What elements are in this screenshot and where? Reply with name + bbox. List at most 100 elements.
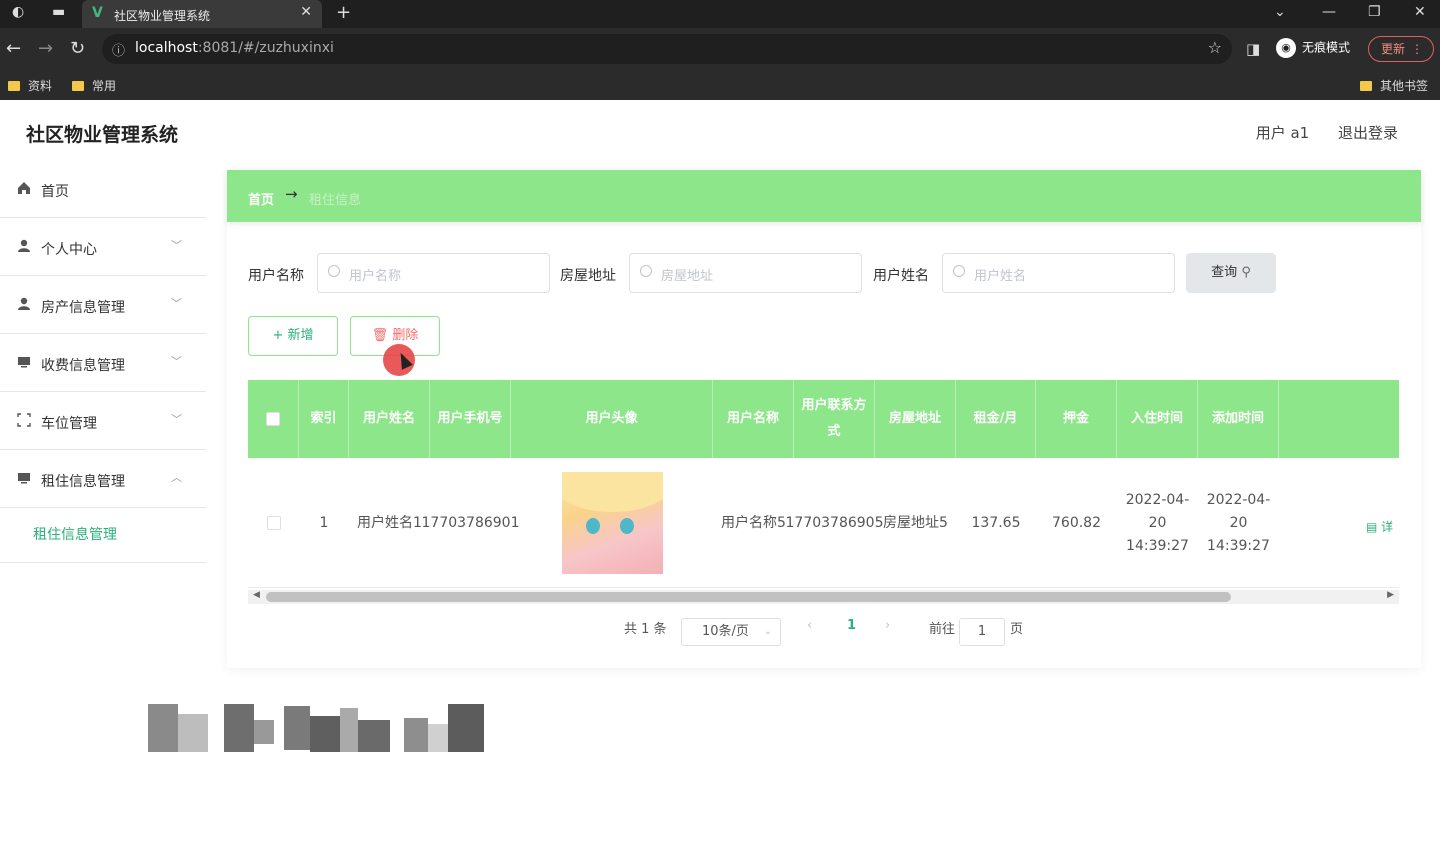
other-bookmarks[interactable]: 其他书签	[1360, 77, 1428, 94]
search-icon: ⚲	[1241, 265, 1251, 280]
col-checkin[interactable]: 入住时间	[1117, 380, 1198, 458]
breadcrumb: 首页 → 租住信息	[227, 170, 1421, 222]
cell-phone: 17703786901	[421, 514, 520, 531]
scroll-thumb[interactable]	[266, 592, 1231, 602]
row-checkbox[interactable]	[248, 458, 299, 588]
table-header: 索引 用户姓名 用户手机号 用户头像 用户名称 用户联系方式 房屋地址 租金/月…	[248, 380, 1399, 458]
col-index[interactable]: 索引	[299, 380, 349, 458]
filter-label-username: 用户名称	[248, 268, 304, 284]
chevron-down-icon: ﹀	[171, 239, 182, 252]
home-icon	[18, 182, 30, 194]
sidebar-item-profile[interactable]: 个人中心 ﹀	[0, 218, 206, 276]
new-tab-icon[interactable]: +	[336, 2, 351, 23]
col-contact[interactable]: 用户联系方式	[794, 380, 875, 458]
info-icon[interactable]: ⓘ	[112, 40, 125, 59]
user-icon	[18, 297, 30, 310]
sidebar-subitem-rental-info[interactable]: 租住信息管理	[0, 508, 206, 563]
detail-link[interactable]: ▤ 详	[1366, 518, 1393, 535]
cell-address: 房屋地址5	[883, 514, 948, 531]
add-button[interactable]: + 新增	[248, 316, 338, 356]
col-rent[interactable]: 租金/月	[956, 380, 1036, 458]
select-all-checkbox[interactable]	[248, 380, 299, 458]
cell-index: 1	[319, 514, 329, 531]
browser-tab[interactable]: V 社区物业管理系统 ✕	[82, 0, 322, 28]
search-input-realname[interactable]: 用户姓名	[942, 253, 1175, 293]
more-icon: ⋮	[1411, 42, 1423, 56]
page-number-current[interactable]: 1	[847, 618, 856, 633]
tab-search-icon[interactable]: ▬	[52, 4, 65, 20]
search-input-username[interactable]: 用户名称	[317, 253, 550, 293]
search-input-address[interactable]: 房屋地址	[629, 253, 862, 293]
breadcrumb-current: 租住信息	[309, 193, 362, 208]
goto-suffix: 页	[1010, 622, 1024, 637]
logout-link[interactable]: 退出登录	[1338, 124, 1398, 142]
back-icon[interactable]: ←	[6, 38, 21, 59]
address-bar-row: ← → ↻ ⓘ localhost:8081/#/zuzhuxinxi ☆ ◨ …	[0, 28, 1440, 70]
avatar[interactable]	[561, 472, 663, 574]
breadcrumb-home[interactable]: 首页	[248, 189, 274, 208]
cell-contact: 17703786905	[785, 514, 884, 531]
bookmark-folder[interactable]: 资料	[8, 77, 52, 94]
goto-page-input[interactable]: 1	[959, 618, 1005, 646]
cell-rent: 137.65	[971, 514, 1021, 531]
page-size-select[interactable]: 10条/页 ⌄	[681, 618, 781, 646]
col-username[interactable]: 用户名称	[713, 380, 794, 458]
minimize-icon[interactable]: —	[1322, 4, 1336, 20]
search-icon	[953, 265, 965, 277]
col-added[interactable]: 添加时间	[1198, 380, 1279, 458]
url-bar[interactable]: ⓘ localhost:8081/#/zuzhuxinxi ☆	[102, 34, 1232, 64]
chevron-up-icon: ︿	[171, 471, 182, 484]
sidebar-item-rental[interactable]: 租住信息管理 ︿	[0, 450, 206, 508]
update-button[interactable]: 更新 ⋮	[1368, 36, 1434, 62]
filter-label-realname: 用户姓名	[873, 268, 929, 284]
user-icon	[18, 239, 30, 252]
user-label: 用户 a1	[1255, 124, 1310, 142]
sidepanel-icon[interactable]: ◨	[1246, 40, 1260, 58]
bookmark-folder[interactable]: 常用	[72, 77, 116, 94]
cell-deposit: 760.82	[1052, 514, 1101, 531]
forward-icon[interactable]: →	[38, 38, 53, 59]
table-scrollbar[interactable]: ◀ ▶	[248, 590, 1399, 604]
trash-icon: 🗑	[371, 328, 389, 343]
frame-icon	[17, 413, 31, 427]
col-phone[interactable]: 用户手机号	[430, 380, 511, 458]
browser-tabbar: ◐ ▬ V 社区物业管理系统 ✕ + ⌄ — ❐ ✕	[0, 0, 1440, 28]
incognito-indicator[interactable]: ◉ 无痕模式	[1276, 38, 1350, 58]
bookmark-star-icon[interactable]: ☆	[1208, 38, 1222, 57]
col-address[interactable]: 房屋地址	[875, 380, 956, 458]
chevron-down-icon: ⌄	[763, 626, 772, 637]
col-avatar[interactable]: 用户头像	[511, 380, 713, 458]
sidebar-item-home[interactable]: 首页	[0, 160, 206, 218]
col-deposit[interactable]: 押金	[1036, 380, 1117, 458]
vue-logo-icon: V	[92, 5, 103, 21]
bookmarks-bar: 资料 常用 其他书签	[0, 70, 1440, 100]
folder-icon	[1360, 81, 1372, 91]
breadcrumb-arrow-icon: →	[285, 185, 298, 203]
cell-name: 用户姓名1	[357, 514, 422, 531]
browser-profile-icon[interactable]: ◐	[12, 4, 24, 20]
restore-icon[interactable]: ❐	[1368, 4, 1381, 20]
query-button[interactable]: 查询 ⚲	[1186, 253, 1276, 293]
sidebar-item-property[interactable]: 房产信息管理 ﹀	[0, 276, 206, 334]
pixelated-region	[148, 704, 488, 752]
chevron-down-icon: ﹀	[171, 413, 182, 426]
window-close-icon[interactable]: ✕	[1414, 4, 1426, 20]
prev-page-icon[interactable]: ‹	[807, 618, 812, 633]
folder-icon	[8, 81, 20, 91]
data-table: 索引 用户姓名 用户手机号 用户头像 用户名称 用户联系方式 房屋地址 租金/月…	[248, 380, 1399, 590]
sidebar-item-parking[interactable]: 车位管理 ﹀	[0, 392, 206, 450]
monitor-icon	[18, 357, 30, 368]
user-area: 用户 a1 退出登录	[1232, 122, 1398, 143]
folder-icon	[72, 81, 84, 91]
scroll-right-icon: ▶	[1387, 590, 1394, 600]
chevron-down-icon[interactable]: ⌄	[1274, 4, 1286, 20]
cell-avatar	[511, 458, 713, 588]
close-tab-icon[interactable]: ✕	[300, 4, 312, 20]
table-row[interactable]: 1 用户姓名1 17703786901 用户名称5 17703786905 房屋…	[248, 458, 1399, 588]
reload-icon[interactable]: ↻	[70, 38, 85, 59]
search-icon	[640, 265, 652, 277]
next-page-icon[interactable]: ›	[885, 618, 890, 633]
sidebar-item-fees[interactable]: 收费信息管理 ﹀	[0, 334, 206, 392]
col-name[interactable]: 用户姓名	[349, 380, 430, 458]
app-title: 社区物业管理系统	[26, 124, 179, 146]
